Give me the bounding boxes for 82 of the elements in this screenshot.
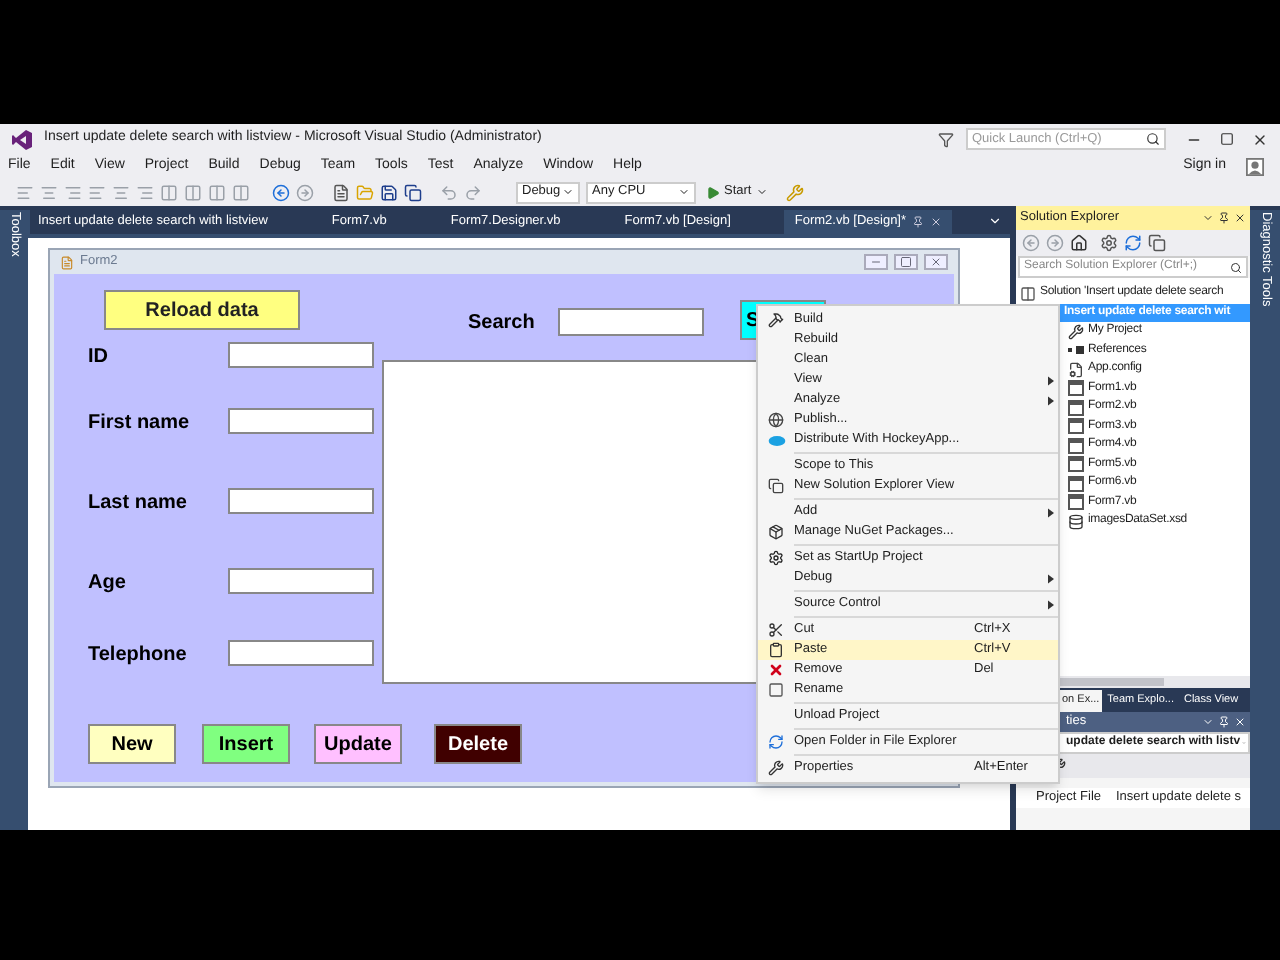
save-all-icon[interactable] (404, 183, 422, 201)
search-label: Search (468, 310, 535, 338)
search-icon (1146, 132, 1160, 146)
text-field[interactable] (228, 640, 374, 666)
text-field[interactable] (228, 342, 374, 368)
submenu-arrow-icon (1047, 507, 1053, 517)
config-file-icon (1068, 361, 1084, 378)
arrow-icon (768, 734, 784, 750)
align-center-icon[interactable] (112, 183, 130, 201)
forward-icon[interactable] (296, 183, 314, 201)
columns-icon[interactable] (232, 183, 250, 201)
home-icon[interactable] (1070, 234, 1088, 252)
rename-icon (768, 682, 784, 698)
gear-icon (768, 550, 784, 566)
columns-icon[interactable] (184, 183, 202, 201)
pin-icon[interactable] (1218, 212, 1230, 224)
field-label: ID (88, 344, 108, 372)
align-right-icon[interactable] (64, 183, 82, 201)
search-field[interactable] (558, 308, 704, 336)
copy-icon (768, 478, 784, 494)
scissors-icon (768, 622, 784, 638)
undo-icon[interactable] (440, 183, 458, 201)
save-icon[interactable] (380, 183, 398, 201)
copy-icon[interactable] (1148, 234, 1166, 252)
search-icon (1230, 261, 1242, 273)
chevron-down-icon (755, 186, 768, 198)
submenu-arrow-icon (1047, 573, 1053, 583)
hammer-icon (768, 312, 784, 328)
play-icon (706, 185, 720, 199)
field-label: Age (88, 570, 126, 598)
maximize-icon[interactable] (1220, 132, 1234, 146)
text-field[interactable] (228, 568, 374, 594)
dropdown-icon[interactable] (1202, 716, 1214, 728)
tab-list-icon[interactable] (988, 214, 1002, 228)
filter-icon[interactable] (938, 131, 954, 147)
close-icon[interactable] (1234, 212, 1246, 224)
references-icon (1068, 342, 1084, 359)
package-icon (768, 524, 784, 540)
form-icon (60, 255, 74, 269)
redo-icon[interactable] (464, 183, 482, 201)
columns-icon[interactable] (208, 183, 226, 201)
back-icon[interactable] (272, 183, 290, 201)
form-button[interactable]: Update (314, 724, 402, 764)
field-label: First name (88, 410, 190, 438)
tool-icon[interactable] (785, 183, 804, 201)
submenu-arrow-icon (1047, 599, 1053, 609)
chevron-down-icon (562, 186, 574, 198)
form-button[interactable]: Insert (202, 724, 290, 764)
back-icon[interactable] (1022, 234, 1040, 252)
align-left-icon[interactable] (16, 183, 34, 201)
maximize-icon (894, 254, 918, 270)
align-right-icon[interactable] (136, 183, 154, 201)
disc-icon (767, 435, 785, 445)
field-label: Telephone (88, 642, 187, 670)
text-field[interactable] (228, 488, 374, 514)
close-icon (924, 254, 948, 270)
refresh-icon[interactable] (1124, 234, 1142, 252)
close-icon[interactable] (1252, 131, 1268, 147)
minimize-icon (864, 254, 888, 270)
reload-button[interactable]: Reload data (104, 290, 300, 330)
text-field[interactable] (228, 408, 374, 434)
field-label: Last name (88, 490, 187, 518)
app-logo-icon (12, 129, 32, 149)
remove-icon (768, 662, 784, 678)
form-button[interactable]: Delete (434, 724, 522, 764)
form-button[interactable]: New (88, 724, 176, 764)
wrench-icon (1068, 323, 1084, 340)
globe-icon (768, 412, 784, 428)
forward-icon[interactable] (1046, 234, 1064, 252)
folder-icon[interactable] (356, 183, 374, 201)
align-center-icon[interactable] (40, 183, 58, 201)
new-file-icon[interactable] (332, 183, 350, 201)
solution-icon (1020, 285, 1036, 302)
columns-icon[interactable] (160, 183, 178, 201)
database-icon (1068, 513, 1084, 530)
clipboard-icon (768, 642, 784, 658)
dropdown-icon[interactable] (1202, 212, 1214, 224)
wrench-icon (768, 760, 784, 776)
align-left-icon[interactable] (88, 183, 106, 201)
account-icon[interactable] (1246, 157, 1264, 175)
chevron-down-icon (678, 186, 690, 198)
gear-icon[interactable] (1100, 234, 1118, 252)
